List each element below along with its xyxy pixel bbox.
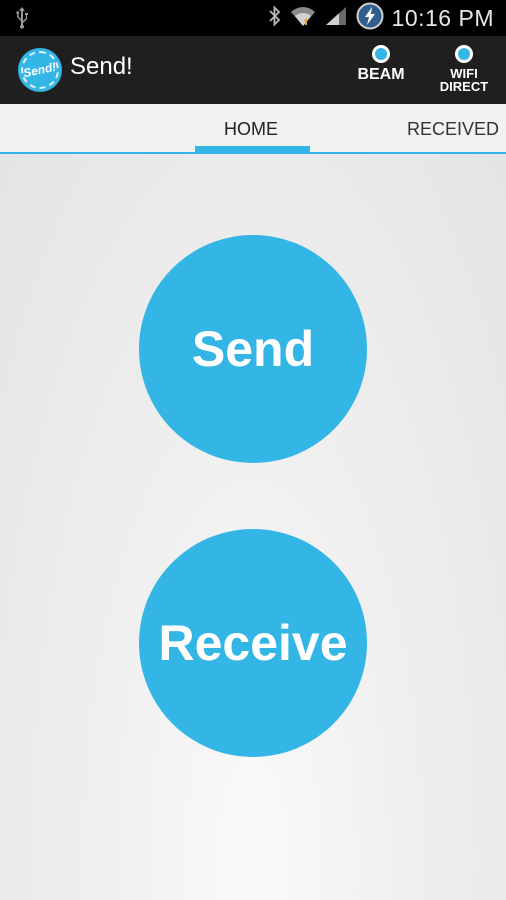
tab-received[interactable]: RECEIVED: [407, 119, 499, 140]
clock-time: 10:16 PM: [391, 4, 494, 31]
beam-toggle[interactable]: BEAM: [346, 45, 416, 97]
home-content: Send Receive: [0, 154, 506, 900]
status-bar: 10:16 PM: [0, 0, 506, 36]
status-icons: 10:16 PM: [268, 0, 494, 36]
tab-home[interactable]: HOME: [224, 119, 278, 140]
usb-icon: [14, 6, 30, 35]
app-title: Send!: [70, 53, 133, 80]
battery-charging-icon: [356, 2, 384, 35]
bluetooth-icon: [268, 4, 282, 32]
receive-button[interactable]: Receive: [139, 529, 367, 757]
wifi-direct-toggle[interactable]: WIFI DIRECT: [429, 45, 499, 97]
beam-label: BEAM: [357, 66, 405, 83]
wifi-icon: [290, 4, 316, 33]
app-logo[interactable]: Send!: [18, 48, 62, 92]
send-button[interactable]: Send: [139, 235, 367, 463]
action-bar: Send! Send! BEAM WIFI DIRECT: [0, 36, 506, 104]
tab-selected-indicator: [195, 146, 310, 152]
wifi-direct-label-line2: DIRECT: [439, 79, 489, 94]
beam-indicator-icon: [372, 45, 390, 63]
signal-icon: [324, 5, 348, 32]
wifi-direct-indicator-icon: [455, 45, 473, 63]
